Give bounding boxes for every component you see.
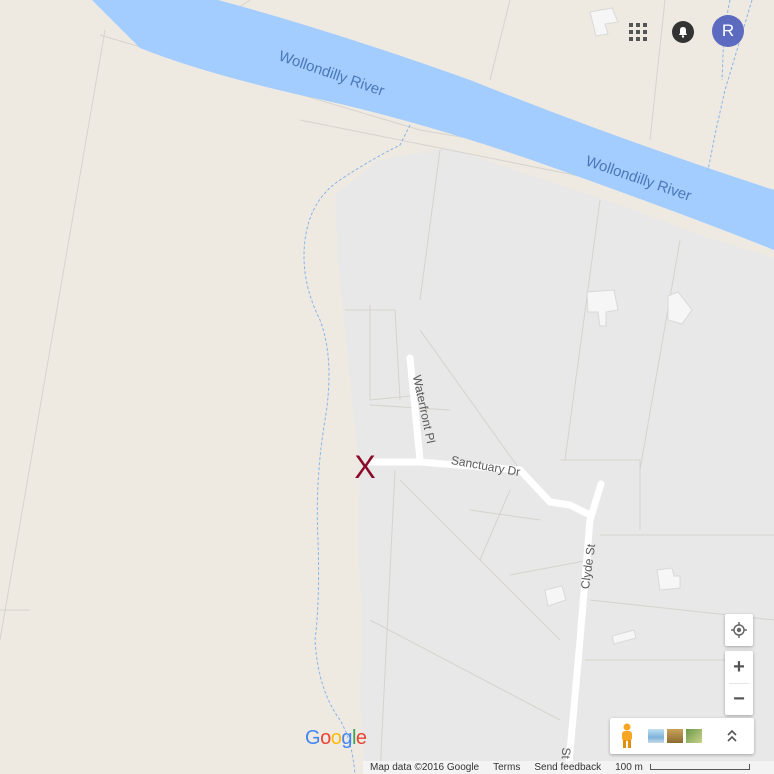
google-logo: Google <box>305 727 367 749</box>
expand-chevrons-icon[interactable] <box>727 729 737 743</box>
street-label-clyde-lower: St <box>559 747 573 759</box>
zoom-out-button[interactable]: − <box>725 683 753 715</box>
pegman-icon <box>622 723 632 748</box>
my-location-icon <box>731 622 747 638</box>
imagery-thumb-3 <box>686 729 702 743</box>
imagery-thumb-1 <box>648 729 664 743</box>
terms-link[interactable]: Terms <box>493 762 520 773</box>
imagery-panel <box>610 718 754 754</box>
map-canvas[interactable]: Wollondilly River Wollondilly River Wate… <box>0 0 774 774</box>
zoom-in-button[interactable]: + <box>725 651 753 683</box>
map-footer: Map data ©2016 Google Terms Send feedbac… <box>363 761 774 774</box>
imagery-thumbnails-icon[interactable] <box>648 729 705 743</box>
my-location-button[interactable] <box>725 614 753 646</box>
send-feedback-link[interactable]: Send feedback <box>534 762 601 773</box>
map-data-attribution: Map data ©2016 Google <box>370 762 480 773</box>
account-initial: R <box>721 21 735 40</box>
zoom-divider <box>729 683 749 684</box>
apps-grid-icon[interactable] <box>626 20 650 44</box>
imagery-thumb-2 <box>667 729 683 743</box>
notifications-icon[interactable] <box>671 20 695 44</box>
scale-bar <box>649 763 750 770</box>
zoom-control: + − <box>725 651 753 715</box>
scale-label: 100 m <box>615 762 643 773</box>
account-avatar[interactable]: R <box>712 15 744 47</box>
location-marker: X <box>354 449 375 485</box>
pegman-button[interactable] <box>610 718 644 754</box>
